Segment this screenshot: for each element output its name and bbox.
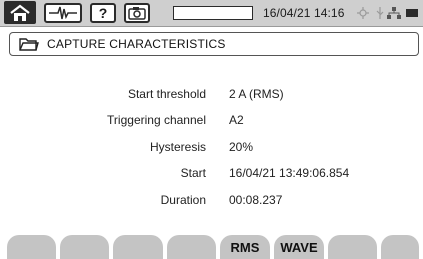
snapshot-button[interactable] <box>124 3 150 23</box>
row-triggering-channel: Triggering channel A2 <box>0 113 423 131</box>
row-value: 00:08.237 <box>229 193 283 207</box>
row-value: 2 A (RMS) <box>229 87 284 101</box>
waveform-icon <box>49 6 77 20</box>
rms-softkey[interactable]: RMS <box>220 235 270 259</box>
help-button[interactable]: ? <box>90 3 116 23</box>
folder-icon <box>19 38 39 51</box>
softkey-8[interactable] <box>381 235 419 259</box>
usb-icon <box>376 7 384 19</box>
row-label: Start <box>180 166 206 180</box>
row-label: Duration <box>160 193 206 207</box>
network-icon <box>387 7 401 19</box>
home-icon <box>10 4 30 21</box>
row-hysteresis: Hysteresis 20% <box>0 140 423 158</box>
page-title: CAPTURE CHARACTERISTICS <box>47 37 226 51</box>
softkey-4[interactable] <box>167 235 216 259</box>
softkey-3[interactable] <box>113 235 163 259</box>
row-start-threshold: Start threshold 2 A (RMS) <box>0 87 423 105</box>
row-duration: Duration 00:08.237 <box>0 193 423 211</box>
row-start: Start 16/04/21 13:49:06.854 <box>0 166 423 184</box>
row-label: Triggering channel <box>107 113 206 127</box>
page-title-bar: CAPTURE CHARACTERISTICS <box>9 32 419 56</box>
softkey-2[interactable] <box>60 235 109 259</box>
softkey-1[interactable] <box>7 235 56 259</box>
battery-icon <box>406 9 418 17</box>
home-button[interactable] <box>4 1 36 24</box>
waveform-mode-button[interactable] <box>44 3 82 23</box>
datetime: 16/04/21 14:16 <box>263 6 345 20</box>
row-label: Start threshold <box>127 87 206 101</box>
wave-softkey[interactable]: WAVE <box>274 235 324 259</box>
softkey-bar: RMS WAVE <box>0 235 423 259</box>
status-bar: ? 16/04/21 14:16 <box>0 0 423 27</box>
softkey-7[interactable] <box>328 235 377 259</box>
gps-icon <box>357 7 369 19</box>
memory-progress-bar <box>173 6 253 20</box>
row-value: 20% <box>229 140 254 154</box>
row-value: A2 <box>229 113 244 127</box>
camera-icon <box>128 7 146 20</box>
row-value: 16/04/21 13:49:06.854 <box>229 166 350 180</box>
row-label: Hysteresis <box>149 140 206 154</box>
help-icon: ? <box>98 5 108 21</box>
